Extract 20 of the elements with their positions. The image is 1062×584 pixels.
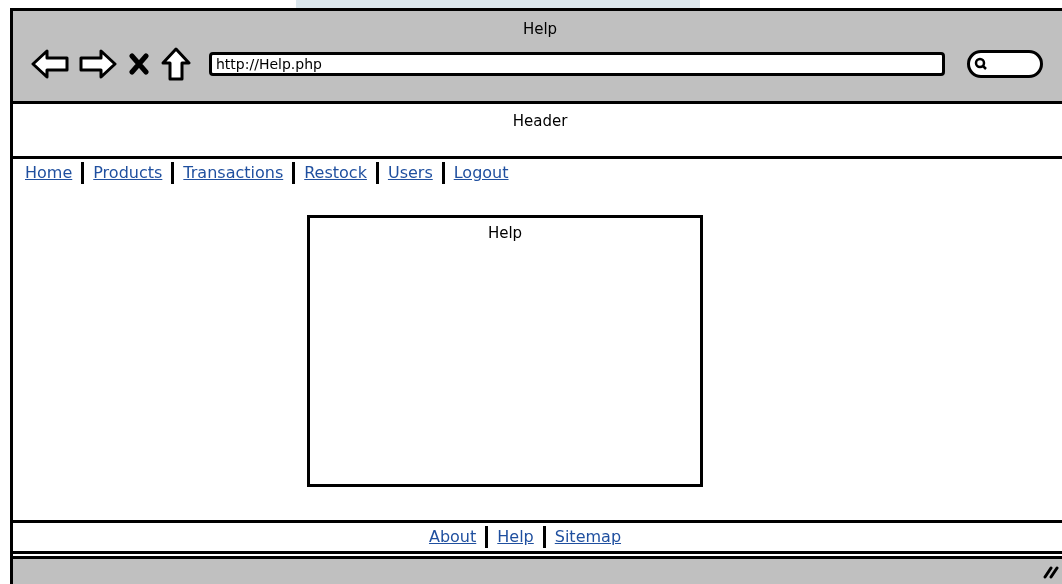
close-icon[interactable] [129,53,149,75]
nav-link[interactable]: Logout [453,161,509,185]
help-panel-title: Help [487,223,523,244]
footer-link[interactable]: Help [497,525,534,549]
nav-link[interactable]: Users [387,161,433,185]
nav-link[interactable]: Products [93,161,163,185]
nav-link[interactable]: Transactions [183,161,284,185]
forward-arrow-icon[interactable] [79,49,117,79]
back-arrow-icon[interactable] [31,49,69,79]
nav-link[interactable]: Home [25,161,73,185]
window-title: Help [521,19,559,39]
search-icon [974,57,988,71]
header-text: Header [512,111,568,132]
search-field[interactable] [967,50,1043,78]
resize-grip-icon[interactable] [1043,565,1059,579]
home-icon[interactable] [161,47,191,81]
address-field[interactable]: http://Help.php [209,52,945,76]
footer-link[interactable]: About [428,525,477,549]
footer-link[interactable]: Sitemap [554,525,622,549]
nav-link[interactable]: Restock [304,161,367,185]
